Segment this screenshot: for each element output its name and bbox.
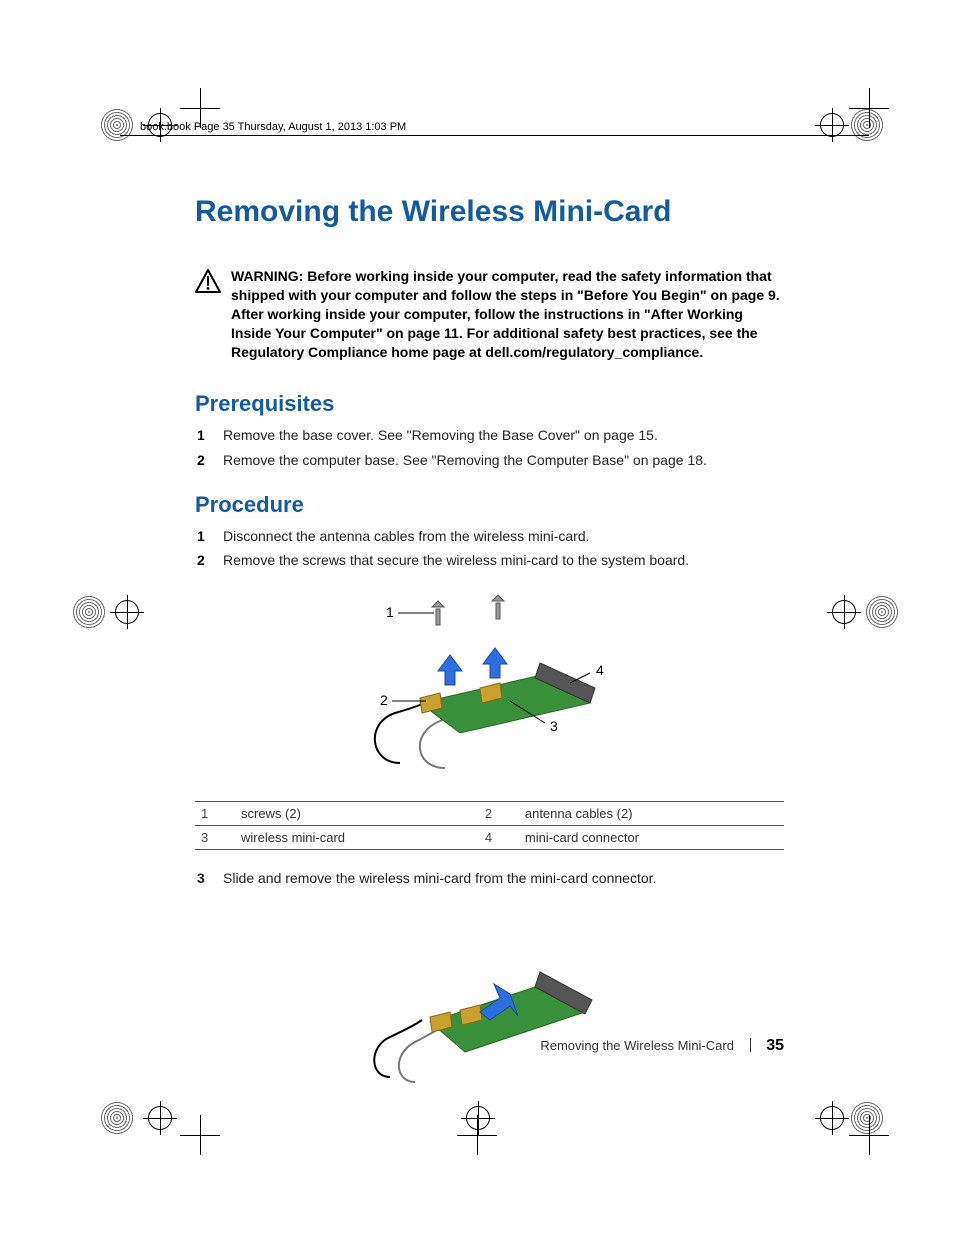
warning-triangle-icon [195,269,221,298]
table-row: 1 screws (2) 2 antenna cables (2) [195,801,784,825]
procedure-step-3: 3 Slide and remove the wireless mini-car… [195,868,784,888]
crop-mark-icon [457,1115,497,1155]
registration-spiro-icon [100,1101,134,1135]
callout-num: 2 [479,801,519,825]
registration-spiro-icon [100,108,134,142]
callout-text: mini-card connector [519,825,784,849]
page-title: Removing the Wireless Mini-Card [195,195,784,229]
warning-block: WARNING: Before working inside your comp… [195,267,784,361]
running-head: book.book Page 35 Thursday, August 1, 20… [140,121,406,133]
figure-slide-card [360,902,620,1092]
callout-text: wireless mini-card [235,825,479,849]
section-heading-prerequisites: Prerequisites [195,391,784,417]
footer-separator-icon [750,1038,751,1052]
step-number: 3 [197,868,205,888]
registration-mark-icon [115,600,139,624]
registration-spiro-icon [865,595,899,629]
table-row: 3 wireless mini-card 4 mini-card connect… [195,825,784,849]
callout-num: 4 [479,825,519,849]
warning-text: WARNING: Before working inside your comp… [231,267,784,361]
warning-label: WARNING: [231,268,303,284]
registration-spiro-icon [850,108,884,142]
registration-mark-icon [148,1106,172,1130]
step-text: Slide and remove the wireless mini-card … [223,870,656,886]
registration-spiro-icon [72,595,106,629]
prerequisites-steps: Remove the base cover. See "Removing the… [195,425,784,470]
registration-mark-icon [820,1106,844,1130]
callout-1: 1 [386,604,394,620]
section-heading-procedure: Procedure [195,492,784,518]
registration-mark-icon [832,600,856,624]
callout-text: screws (2) [235,801,479,825]
callout-4: 4 [596,662,604,678]
callout-2: 2 [380,692,388,708]
crop-mark-icon [849,1115,889,1155]
footer-chapter: Removing the Wireless Mini-Card [540,1038,734,1053]
list-item: Disconnect the antenna cables from the w… [223,526,784,546]
callout-table: 1 screws (2) 2 antenna cables (2) 3 wire… [195,801,784,850]
header-rule [120,135,869,136]
callout-num: 1 [195,801,235,825]
list-item: Remove the base cover. See "Removing the… [223,425,784,445]
procedure-steps: Disconnect the antenna cables from the w… [195,526,784,571]
crop-mark-icon [849,88,889,128]
figure-remove-screws: 1 2 3 4 [340,593,640,783]
callout-text: antenna cables (2) [519,801,784,825]
list-item: Remove the computer base. See "Removing … [223,450,784,470]
footer-page-number: 35 [766,1037,784,1054]
list-item: Remove the screws that secure the wirele… [223,550,784,570]
registration-spiro-icon [850,1101,884,1135]
registration-mark-icon [820,113,844,137]
callout-num: 3 [195,825,235,849]
crop-mark-icon [180,1115,220,1155]
callout-3: 3 [550,718,558,734]
page-footer: Removing the Wireless Mini-Card 35 [540,1037,784,1055]
warning-body: Before working inside your computer, rea… [231,268,780,360]
